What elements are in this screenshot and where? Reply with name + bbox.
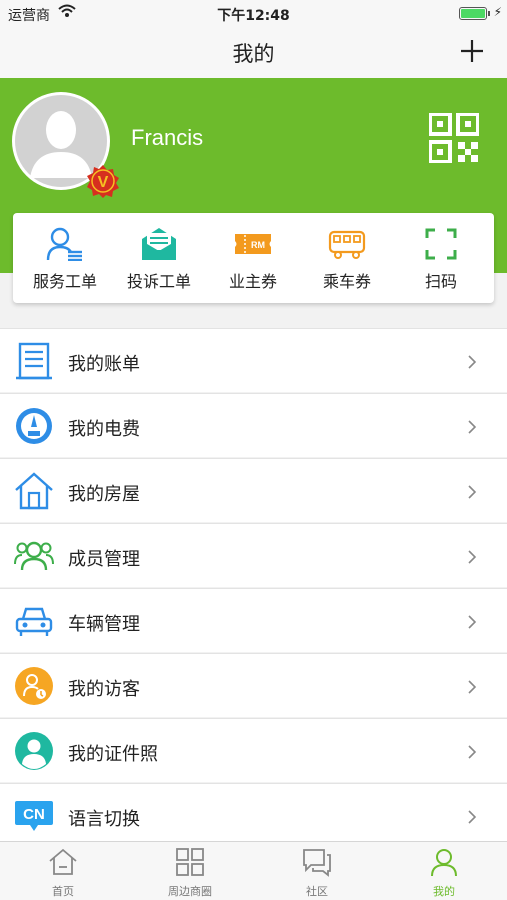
svg-text:V: V	[98, 174, 109, 191]
quick-actions-card: 服务工单 投诉工单 RM 业主券 乘车券 扫码	[13, 213, 494, 303]
chevron-right-icon	[468, 680, 477, 694]
quick-action-label: 扫码	[424, 272, 457, 291]
tab-nearby[interactable]: 周边商圈	[127, 842, 253, 900]
vip-badge-icon: V	[87, 165, 119, 198]
svg-text:RM: RM	[251, 240, 265, 250]
chevron-right-icon	[468, 615, 477, 629]
service-order-icon	[46, 227, 82, 261]
chevron-right-icon	[468, 355, 477, 369]
language-icon: CN	[15, 801, 53, 831]
menu-item-label: 我的账单	[68, 354, 140, 375]
electric-meter-icon	[16, 408, 52, 444]
qr-code-icon[interactable]	[429, 113, 479, 163]
menu-item-label: 成员管理	[68, 549, 140, 570]
menu-item-my-bill[interactable]: 我的账单	[0, 328, 507, 392]
menu-item-members[interactable]: 成员管理	[0, 523, 507, 587]
status-bar: 运营商 下午12:48 ⚡	[0, 0, 507, 28]
nav-bar: 我的	[0, 28, 507, 78]
tab-label: 周边商圈	[168, 885, 212, 898]
quick-action-bus-ticket[interactable]: 乘车券	[299, 213, 395, 303]
chat-icon	[303, 849, 331, 877]
clock: 下午12:48	[217, 8, 290, 24]
visitor-icon	[15, 667, 53, 705]
chevron-right-icon	[468, 550, 477, 564]
menu-item-language[interactable]: CN 语言切换	[0, 783, 507, 847]
chevron-right-icon	[468, 810, 477, 824]
menu-item-label: 我的电费	[68, 419, 140, 440]
quick-action-complaint-order[interactable]: 投诉工单	[111, 213, 207, 303]
chevron-right-icon	[468, 485, 477, 499]
tab-label: 我的	[433, 885, 455, 898]
tab-mine[interactable]: 我的	[381, 842, 507, 900]
menu-item-label: 我的证件照	[68, 744, 158, 765]
menu-item-label: 我的房屋	[68, 484, 140, 505]
bus-ticket-icon	[328, 230, 366, 259]
menu-item-id-photo[interactable]: 我的证件照	[0, 718, 507, 782]
house-icon	[15, 472, 53, 510]
tab-label: 社区	[306, 885, 328, 898]
quick-action-label: 乘车券	[322, 272, 371, 291]
car-icon	[15, 607, 53, 636]
scan-icon	[425, 228, 457, 260]
quick-action-label: 投诉工单	[126, 272, 191, 291]
tab-home[interactable]: 首页	[0, 842, 126, 900]
menu-item-label: 车辆管理	[68, 614, 140, 635]
menu-item-label: 语言切换	[68, 809, 140, 830]
tab-bar: 首页 周边商圈 社区 我的	[0, 841, 507, 900]
chevron-right-icon	[468, 745, 477, 759]
profile-icon	[431, 849, 457, 877]
menu-item-visitors[interactable]: 我的访客	[0, 653, 507, 717]
complaint-order-icon	[142, 228, 176, 260]
chevron-right-icon	[468, 420, 477, 434]
menu-item-electricity[interactable]: 我的电费	[0, 393, 507, 457]
menu-item-vehicles[interactable]: 车辆管理	[0, 588, 507, 652]
svg-text:CN: CN	[23, 806, 45, 823]
add-icon[interactable]	[459, 38, 485, 64]
charging-icon: ⚡	[493, 5, 502, 19]
tab-label: 首页	[52, 885, 74, 898]
id-photo-icon	[15, 732, 53, 770]
menu-item-my-house[interactable]: 我的房屋	[0, 458, 507, 522]
menu-item-label: 我的访客	[68, 679, 140, 700]
quick-action-scan[interactable]: 扫码	[393, 213, 489, 303]
tab-community[interactable]: 社区	[254, 842, 380, 900]
home-icon	[49, 848, 77, 875]
quick-action-service-order[interactable]: 服务工单	[17, 213, 113, 303]
quick-action-label: 服务工单	[32, 272, 97, 291]
page-title: 我的	[232, 42, 275, 66]
battery-icon	[459, 7, 487, 20]
bill-icon	[16, 342, 52, 380]
owner-coupon-icon: RM	[235, 234, 271, 254]
grid-icon	[176, 848, 204, 876]
quick-action-label: 业主券	[228, 272, 277, 291]
members-icon	[14, 541, 54, 571]
quick-action-owner-coupon[interactable]: RM 业主券	[205, 213, 301, 303]
username: Francis	[131, 125, 204, 150]
